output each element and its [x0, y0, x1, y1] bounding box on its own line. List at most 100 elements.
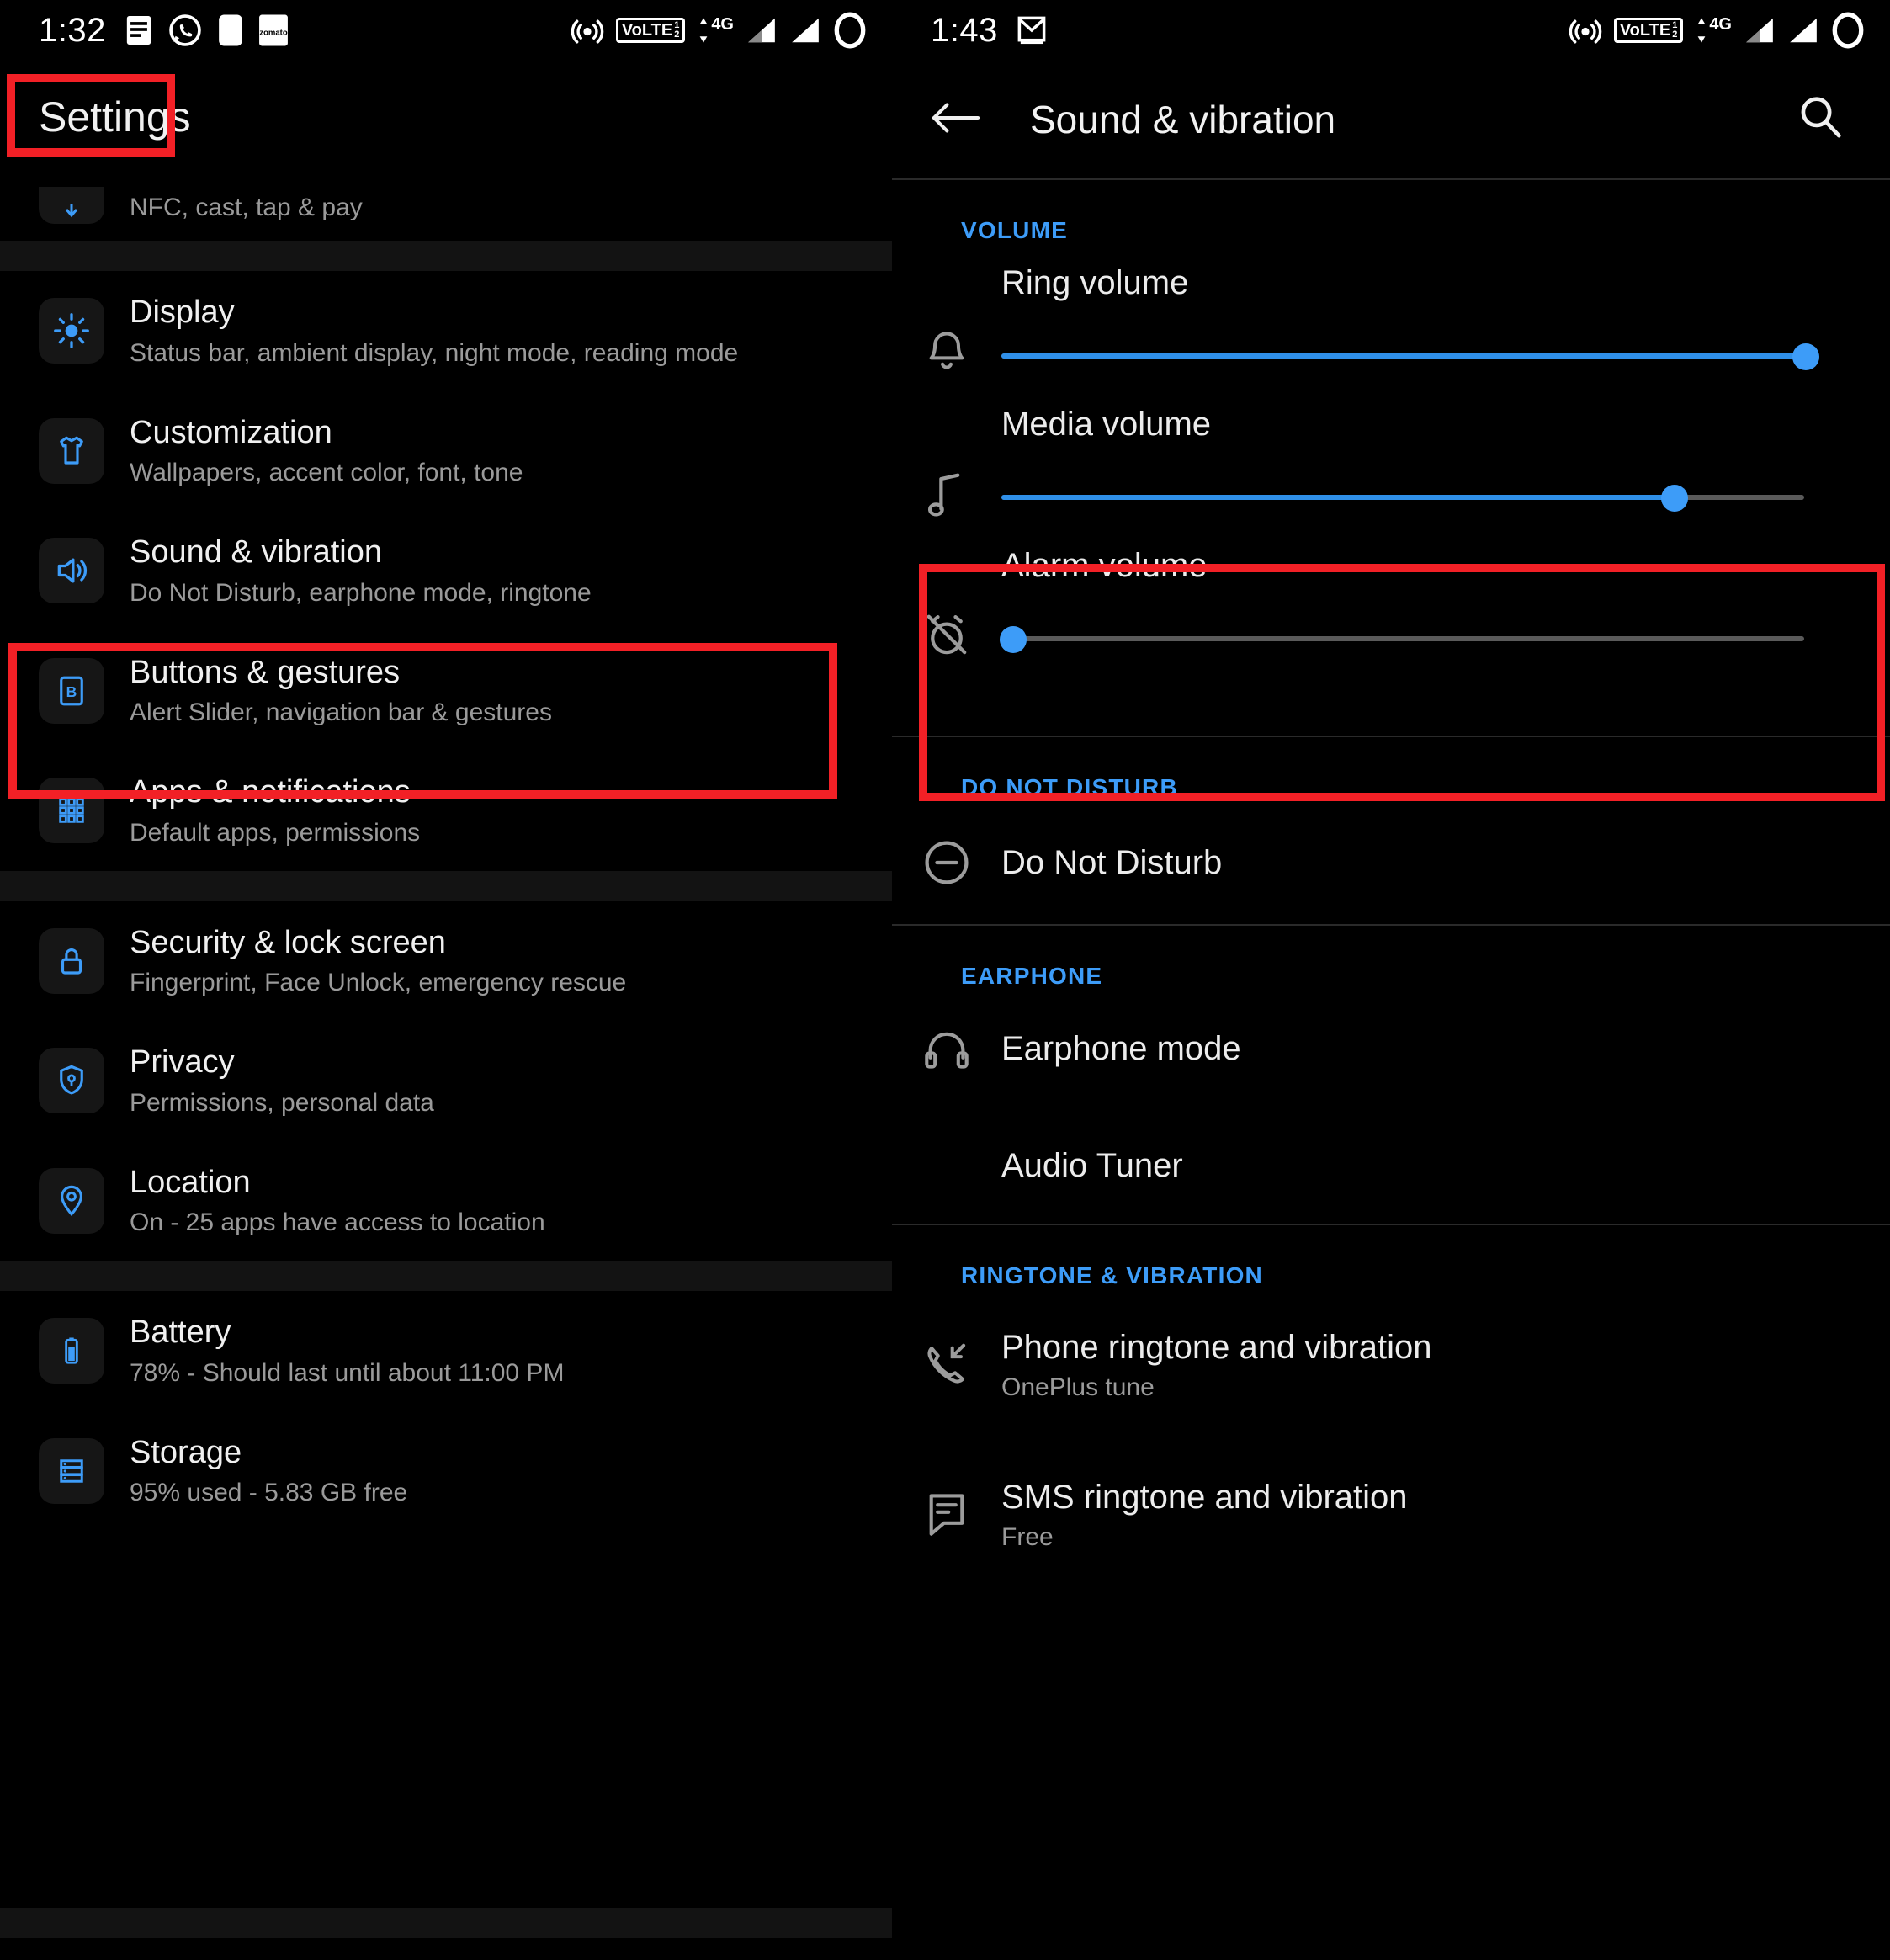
sidebar-item-location[interactable]: Location On - 25 apps have access to loc…: [0, 1141, 892, 1262]
status-bar-clock: 1:32: [39, 11, 106, 49]
sidebar-item-sub: Fingerprint, Face Unlock, emergency resc…: [130, 969, 627, 996]
sidebar-item-privacy[interactable]: Privacy Permissions, personal data: [0, 1021, 892, 1141]
volte-sim2-number: 2: [674, 29, 680, 40]
sidebar-item-label: Location: [130, 1164, 251, 1200]
battery-ring-icon: [1831, 12, 1865, 49]
sidebar-item-label: Security & lock screen: [130, 924, 446, 960]
nfc-cast-icon: [39, 187, 104, 224]
section-label-volume: VOLUME: [961, 217, 1068, 243]
sidebar-item-connection[interactable]: NFC, cast, tap & pay: [0, 187, 892, 241]
battery-ring-icon: [833, 12, 867, 49]
sidebar-item-label: Display: [130, 295, 235, 330]
sidebar-item-sub: 95% used - 5.83 GB free: [130, 1479, 408, 1506]
gmail-icon: [1017, 14, 1047, 46]
phone-ringtone-value: OnePlus tune: [1001, 1373, 1155, 1401]
slider-track: [1001, 636, 1804, 641]
network-type-label: 4G: [711, 14, 734, 34]
sidebar-item-display[interactable]: Display Status bar, ambient display, nig…: [0, 271, 892, 391]
sidebar-item-sub: NFC, cast, tap & pay: [130, 193, 363, 221]
status-bar-left: 1:32 zomato VoLTE 1 2 4G: [0, 0, 892, 61]
app-bar-title: Sound & vibration: [1030, 98, 1336, 141]
alarm-volume-row[interactable]: Alarm volume: [892, 527, 1890, 668]
hotspot-icon: [1569, 13, 1602, 47]
headphones-icon: [892, 1027, 1001, 1070]
slider-thumb[interactable]: [1792, 343, 1819, 370]
svg-text:B: B: [66, 683, 77, 700]
search-button[interactable]: [1796, 93, 1845, 146]
earphone-mode-row[interactable]: Earphone mode: [892, 990, 1890, 1107]
volte-sim2-number: 2: [1672, 29, 1678, 40]
tshirt-icon: [39, 417, 104, 484]
search-icon: [1796, 96, 1845, 146]
sidebar-item-sub: Wallpapers, accent color, font, tone: [130, 459, 523, 486]
sms-ringtone-row[interactable]: SMS ringtone and vibration Free: [892, 1439, 1890, 1589]
brightness-icon: [39, 298, 104, 364]
section-label-dnd: DO NOT DISTURB: [961, 774, 1178, 800]
ring-volume-row[interactable]: Ring volume: [892, 244, 1890, 385]
phone-ringtone-label: Phone ringtone and vibration: [1001, 1329, 1432, 1366]
apps-grid-icon: [39, 778, 104, 844]
sidebar-item-battery[interactable]: Battery 78% - Should last until about 11…: [0, 1291, 892, 1411]
sidebar-item-sub: Do Not Disturb, earphone mode, ringtone: [130, 578, 592, 607]
media-volume-slider[interactable]: [1001, 468, 1851, 527]
sidebar-item-buttons-gestures[interactable]: B Buttons & gestures Alert Slider, navig…: [0, 631, 892, 752]
sidebar-item-security-lock-screen[interactable]: Security & lock screen Fingerprint, Face…: [0, 901, 892, 1022]
button-b-icon: B: [39, 657, 104, 724]
group-divider: [0, 1261, 892, 1291]
sidebar-item-sound-vibration[interactable]: Sound & vibration Do Not Disturb, earpho…: [0, 511, 892, 631]
slider-thumb[interactable]: [1661, 485, 1688, 512]
battery-icon: [39, 1318, 104, 1384]
slider-fill: [1001, 495, 1673, 500]
slider-thumb[interactable]: [1000, 626, 1027, 653]
slider-fill: [1001, 353, 1804, 359]
speaker-icon: [39, 538, 104, 604]
mobile-data-arrows-icon: 4G: [697, 14, 734, 46]
volte-icon: VoLTE 1 2: [615, 18, 686, 43]
sidebar-item-label: Apps & notifications: [130, 774, 411, 810]
settings-list-screen: 1:32 zomato VoLTE 1 2 4G Settings NFC, c…: [0, 0, 892, 1960]
mobile-data-arrows-icon: 4G: [1695, 14, 1732, 46]
minus-circle-icon: [892, 838, 1001, 887]
audio-tuner-row[interactable]: Audio Tuner: [892, 1107, 1890, 1224]
incoming-call-icon: [892, 1340, 1001, 1389]
bell-icon: [892, 263, 1001, 379]
sidebar-item-sub: Permissions, personal data: [130, 1088, 434, 1117]
shield-key-icon: [39, 1048, 104, 1114]
earphone-mode-label: Earphone mode: [1001, 1030, 1241, 1067]
group-divider: [0, 241, 892, 271]
sms-ringtone-label: SMS ringtone and vibration: [1001, 1479, 1408, 1516]
alarm-volume-slider[interactable]: [1000, 609, 1851, 668]
lock-icon: [39, 927, 104, 994]
sidebar-item-label: Storage: [130, 1434, 242, 1470]
signal-sim2-icon: [789, 14, 821, 46]
whatsapp-icon: [168, 13, 202, 47]
svg-text:zomato: zomato: [259, 28, 287, 37]
sms-ringtone-value: Free: [1001, 1523, 1054, 1551]
status-bar-right: 1:43 VoLTE 1 2 4G: [892, 0, 1890, 61]
storage-icon: [39, 1437, 104, 1504]
alarm-volume-label: Alarm volume: [1001, 547, 1208, 584]
sidebar-item-apps-notifications[interactable]: Apps & notifications Default apps, permi…: [0, 751, 892, 871]
audio-tuner-label: Audio Tuner: [1001, 1147, 1183, 1184]
ring-volume-slider[interactable]: [1001, 327, 1851, 385]
media-volume-row[interactable]: Media volume: [892, 385, 1890, 527]
section-label-ringtone: RINGTONE & VIBRATION: [961, 1262, 1263, 1288]
app-bar: Sound & vibration: [892, 61, 1890, 178]
sidebar-item-label: Buttons & gestures: [130, 654, 401, 690]
do-not-disturb-row[interactable]: Do Not Disturb: [892, 801, 1890, 924]
sidebar-item-storage[interactable]: Storage 95% used - 5.83 GB free: [0, 1411, 892, 1532]
group-divider: [0, 870, 892, 901]
notes-notification-icon: [125, 14, 153, 46]
signal-sim2-icon: [1787, 14, 1819, 46]
back-button[interactable]: [931, 99, 998, 141]
arrow-left-icon: [931, 99, 980, 141]
sidebar-item-customization[interactable]: Customization Wallpapers, accent color, …: [0, 391, 892, 512]
media-volume-label: Media volume: [1001, 406, 1212, 443]
network-type-label: 4G: [1709, 14, 1732, 34]
signal-sim1-icon: [746, 14, 778, 46]
music-note-icon: [892, 404, 1001, 522]
volte-icon: VoLTE 1 2: [1613, 18, 1684, 43]
zomato-icon: zomato: [258, 13, 288, 47]
ring-volume-label: Ring volume: [1001, 264, 1189, 301]
phone-ringtone-row[interactable]: Phone ringtone and vibration OnePlus tun…: [892, 1289, 1890, 1439]
